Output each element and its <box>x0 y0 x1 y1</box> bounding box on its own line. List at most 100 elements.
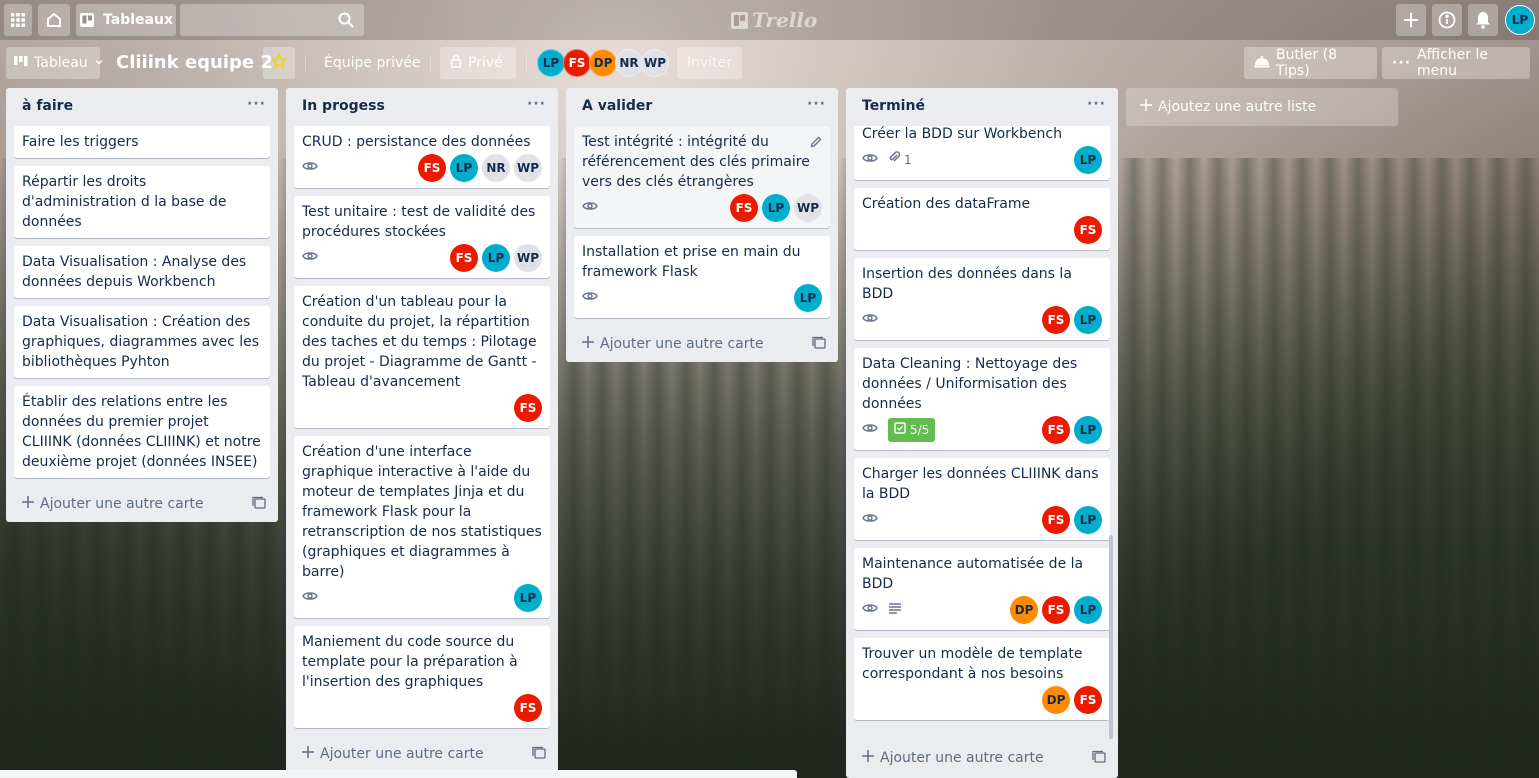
card-title: Data Visualisation : Création des graphi… <box>22 314 260 370</box>
home-button[interactable] <box>38 4 70 36</box>
card-member-avatar[interactable]: LP <box>1074 596 1102 624</box>
card[interactable]: Créer la BDD sur Workbench 1 LP <box>854 126 1110 180</box>
card[interactable]: Trouver un modèle de template correspond… <box>854 638 1110 720</box>
card[interactable]: Data Visualisation : Création des graphi… <box>14 306 270 378</box>
board-title[interactable]: Cliiink equipe 2 <box>116 52 273 73</box>
card-member-avatar[interactable]: FS <box>730 194 758 222</box>
card-member-avatar[interactable]: LP <box>1074 306 1102 334</box>
card-member-avatar[interactable]: LP <box>482 244 510 272</box>
card-template-icon[interactable] <box>252 496 266 514</box>
paperclip-icon <box>888 150 901 170</box>
card[interactable]: CRUD : persistance des données FS LP NR … <box>294 126 550 188</box>
card-member-avatar[interactable]: DP <box>1042 686 1070 714</box>
card-member-avatar[interactable]: WP <box>794 194 822 222</box>
add-list-button[interactable]: Ajoutez une autre liste <box>1126 88 1398 126</box>
plus-icon <box>582 336 594 352</box>
card-member-avatar[interactable]: LP <box>1074 506 1102 534</box>
more-horizontal-icon[interactable]: ··· <box>807 96 826 112</box>
more-horizontal-icon[interactable]: ··· <box>1087 96 1106 112</box>
card-title: Création d'une interface graphique inter… <box>302 444 542 580</box>
card-member-avatar[interactable]: FS <box>1042 506 1070 534</box>
card[interactable]: Installation et prise en main du framewo… <box>574 236 830 318</box>
card-member-avatar[interactable]: FS <box>514 394 542 422</box>
board-view-switcher[interactable]: Tableau <box>6 47 103 79</box>
pencil-icon[interactable] <box>810 134 822 154</box>
info-button[interactable] <box>1432 4 1462 36</box>
eye-icon <box>302 588 318 608</box>
card-member-avatar[interactable]: WP <box>514 154 542 182</box>
card-member-avatar[interactable]: FS <box>1042 306 1070 334</box>
apps-grid-button[interactable] <box>4 4 32 36</box>
card[interactable]: Insertion des données dans la BDD FS LP <box>854 258 1110 340</box>
list-header[interactable]: In progess ··· <box>286 88 558 126</box>
card[interactable]: Charger les données CLIIINK dans la BDD … <box>854 458 1110 540</box>
member-avatar-lp[interactable]: LP <box>537 49 565 77</box>
card-member-avatar[interactable]: FS <box>418 154 446 182</box>
card-member-avatar[interactable]: NR <box>482 154 510 182</box>
card[interactable]: Répartir les droits d'administration d l… <box>14 166 270 238</box>
member-avatar-fs[interactable]: FS <box>563 49 591 77</box>
list-scrollbar[interactable] <box>1109 535 1113 739</box>
card-member-avatar[interactable]: LP <box>762 194 790 222</box>
card-member-avatar[interactable]: FS <box>1042 596 1070 624</box>
star-icon <box>270 52 288 73</box>
notifications-button[interactable] <box>1468 4 1498 36</box>
search-icon <box>338 12 354 32</box>
create-button[interactable] <box>1396 4 1426 36</box>
privacy-button[interactable]: Privé <box>440 47 516 79</box>
user-avatar[interactable]: LP <box>1505 5 1535 35</box>
card-template-icon[interactable] <box>532 746 546 764</box>
eye-icon <box>582 198 598 218</box>
add-list-label: Ajoutez une autre liste <box>1158 99 1317 115</box>
card-member-avatar[interactable]: FS <box>514 694 542 722</box>
list-scroll-area[interactable]: Créer la BDD sur Workbench 1 LP Création… <box>846 126 1118 740</box>
add-card-button[interactable]: Ajouter une autre carte <box>846 740 1118 776</box>
add-card-button[interactable]: Ajouter une autre carte <box>286 736 558 772</box>
trello-logo[interactable]: Trello <box>731 7 817 33</box>
add-card-button[interactable]: Ajouter une autre carte <box>6 486 278 522</box>
butler-button[interactable]: Butler (8 Tips) <box>1244 47 1377 79</box>
card-member-avatar[interactable]: DP <box>1010 596 1038 624</box>
card-member-avatar[interactable]: LP <box>1074 146 1102 174</box>
card[interactable]: Établir des relations entre les données … <box>14 386 270 478</box>
card-member-avatar[interactable]: FS <box>1074 686 1102 714</box>
card-member-avatar[interactable]: FS <box>1042 416 1070 444</box>
list-header[interactable]: Terminé ··· <box>846 88 1118 126</box>
card-member-avatar[interactable]: LP <box>450 154 478 182</box>
card-member-avatar[interactable]: WP <box>514 244 542 272</box>
card[interactable]: Data Cleaning : Nettoyage des données / … <box>854 348 1110 450</box>
card-member-avatar[interactable]: LP <box>794 284 822 312</box>
member-avatar-dp[interactable]: DP <box>589 49 617 77</box>
star-button[interactable] <box>263 47 295 79</box>
list-header[interactable]: à faire ··· <box>6 88 278 126</box>
search-input[interactable] <box>180 4 364 36</box>
add-card-button[interactable]: Ajouter une autre carte <box>566 326 838 362</box>
card-title: Création des dataFrame <box>862 196 1031 212</box>
more-horizontal-icon[interactable]: ··· <box>527 96 546 112</box>
card[interactable]: Faire les triggers <box>14 126 270 158</box>
member-avatar-nr[interactable]: NR <box>615 49 643 77</box>
show-menu-button[interactable]: ··· Afficher le menu <box>1382 47 1530 79</box>
card-template-icon[interactable] <box>1092 750 1106 768</box>
boards-button[interactable]: Tableaux <box>76 4 176 36</box>
card[interactable]: Création d'un tableau pour la conduite d… <box>294 286 550 428</box>
card-member-avatar[interactable]: FS <box>1074 216 1102 244</box>
invite-button[interactable]: Inviter <box>677 47 742 79</box>
card-title: CRUD : persistance des données <box>302 134 531 150</box>
card[interactable]: Création des dataFrame FS <box>854 188 1110 250</box>
card-template-icon[interactable] <box>812 336 826 354</box>
more-horizontal-icon[interactable]: ··· <box>247 96 266 112</box>
card[interactable]: Création d'une interface graphique inter… <box>294 436 550 618</box>
member-avatar-wp[interactable]: WP <box>641 49 669 77</box>
card-member-avatar[interactable]: LP <box>514 584 542 612</box>
card[interactable]: Test unitaire : test de validité des pro… <box>294 196 550 278</box>
card[interactable]: Maintenance automatisée de la BDD DP FS … <box>854 548 1110 630</box>
list-header[interactable]: A valider ··· <box>566 88 838 126</box>
card-member-avatar[interactable]: LP <box>1074 416 1102 444</box>
card-member-avatar[interactable]: FS <box>450 244 478 272</box>
card[interactable]: Maniement du code source du template pou… <box>294 626 550 728</box>
card[interactable]: Data Visualisation : Analyse des données… <box>14 246 270 298</box>
eye-icon <box>582 288 598 308</box>
team-button[interactable]: Équipe privée <box>314 47 431 79</box>
card[interactable]: Test intégrité : intégrité du référencem… <box>574 126 830 228</box>
